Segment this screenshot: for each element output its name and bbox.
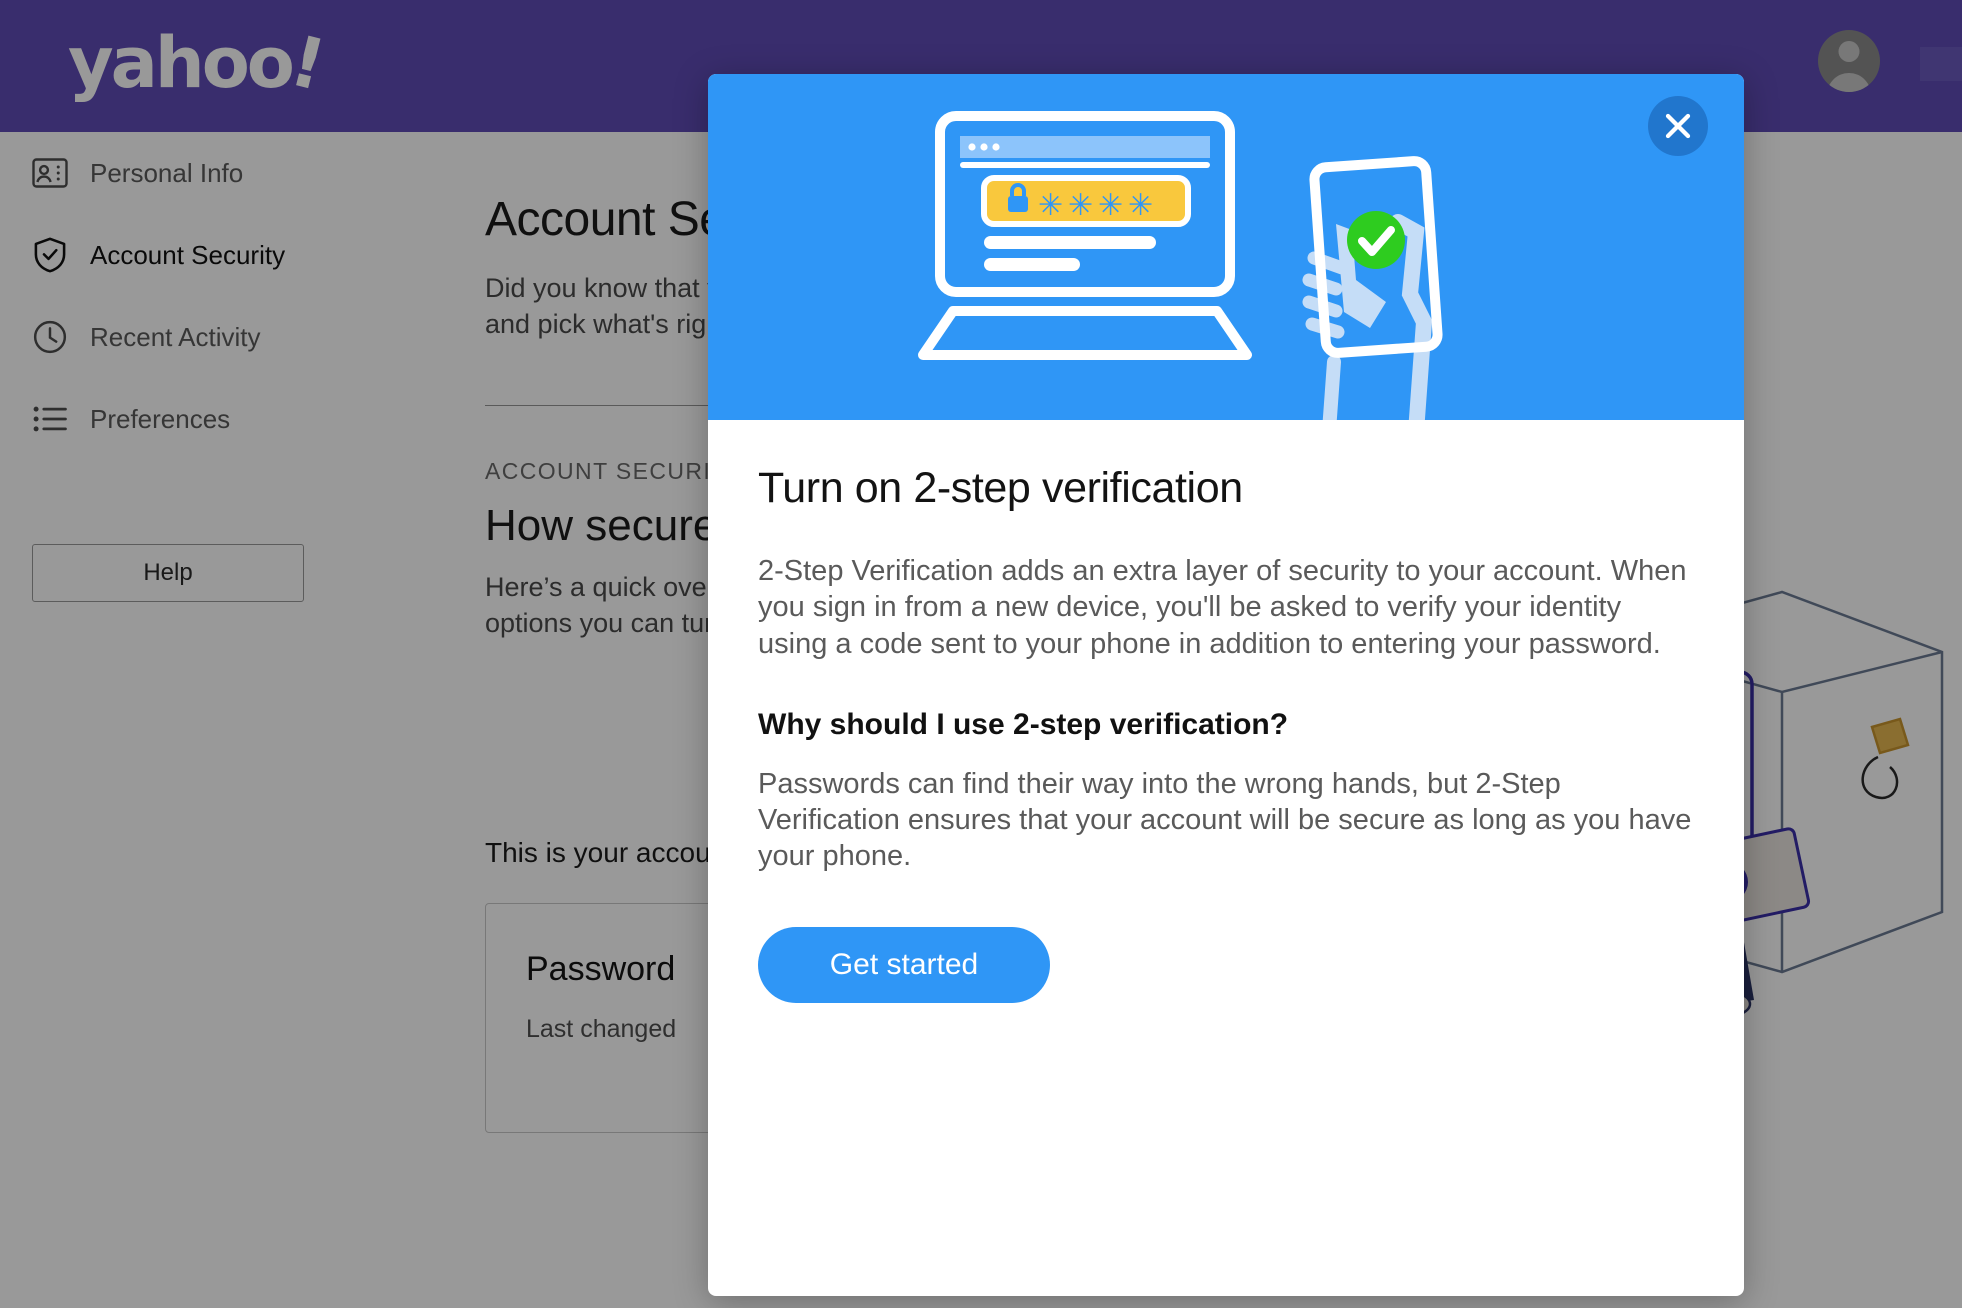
svg-text:✳: ✳: [1038, 188, 1063, 223]
modal-title: Turn on 2-step verification: [758, 464, 1243, 512]
close-icon[interactable]: [1648, 96, 1708, 156]
laptop-password-phone-illustration: ✳ ✳ ✳ ✳: [918, 111, 1443, 479]
modal-paragraph: 2-Step Verification adds an extra layer …: [758, 555, 1687, 660]
svg-text:✳: ✳: [1068, 188, 1093, 223]
two-step-verification-modal: ✳ ✳ ✳ ✳ Turn on 2-step verification 2-St…: [708, 74, 1744, 1296]
modal-hero: ✳ ✳ ✳ ✳: [708, 74, 1744, 479]
app-root: yahoo! Personal Info Account Security Re…: [0, 0, 1962, 1308]
svg-text:✳: ✳: [1098, 188, 1123, 223]
modal-answer: Passwords can find their way into the wr…: [758, 767, 1692, 873]
get-started-button[interactable]: Get started: [758, 926, 1050, 1003]
svg-text:✳: ✳: [1128, 188, 1153, 223]
modal-body: Turn on 2-step verification 2-Step Verif…: [708, 420, 1744, 1003]
modal-question: Why should I use 2-step verification?: [758, 707, 1289, 741]
